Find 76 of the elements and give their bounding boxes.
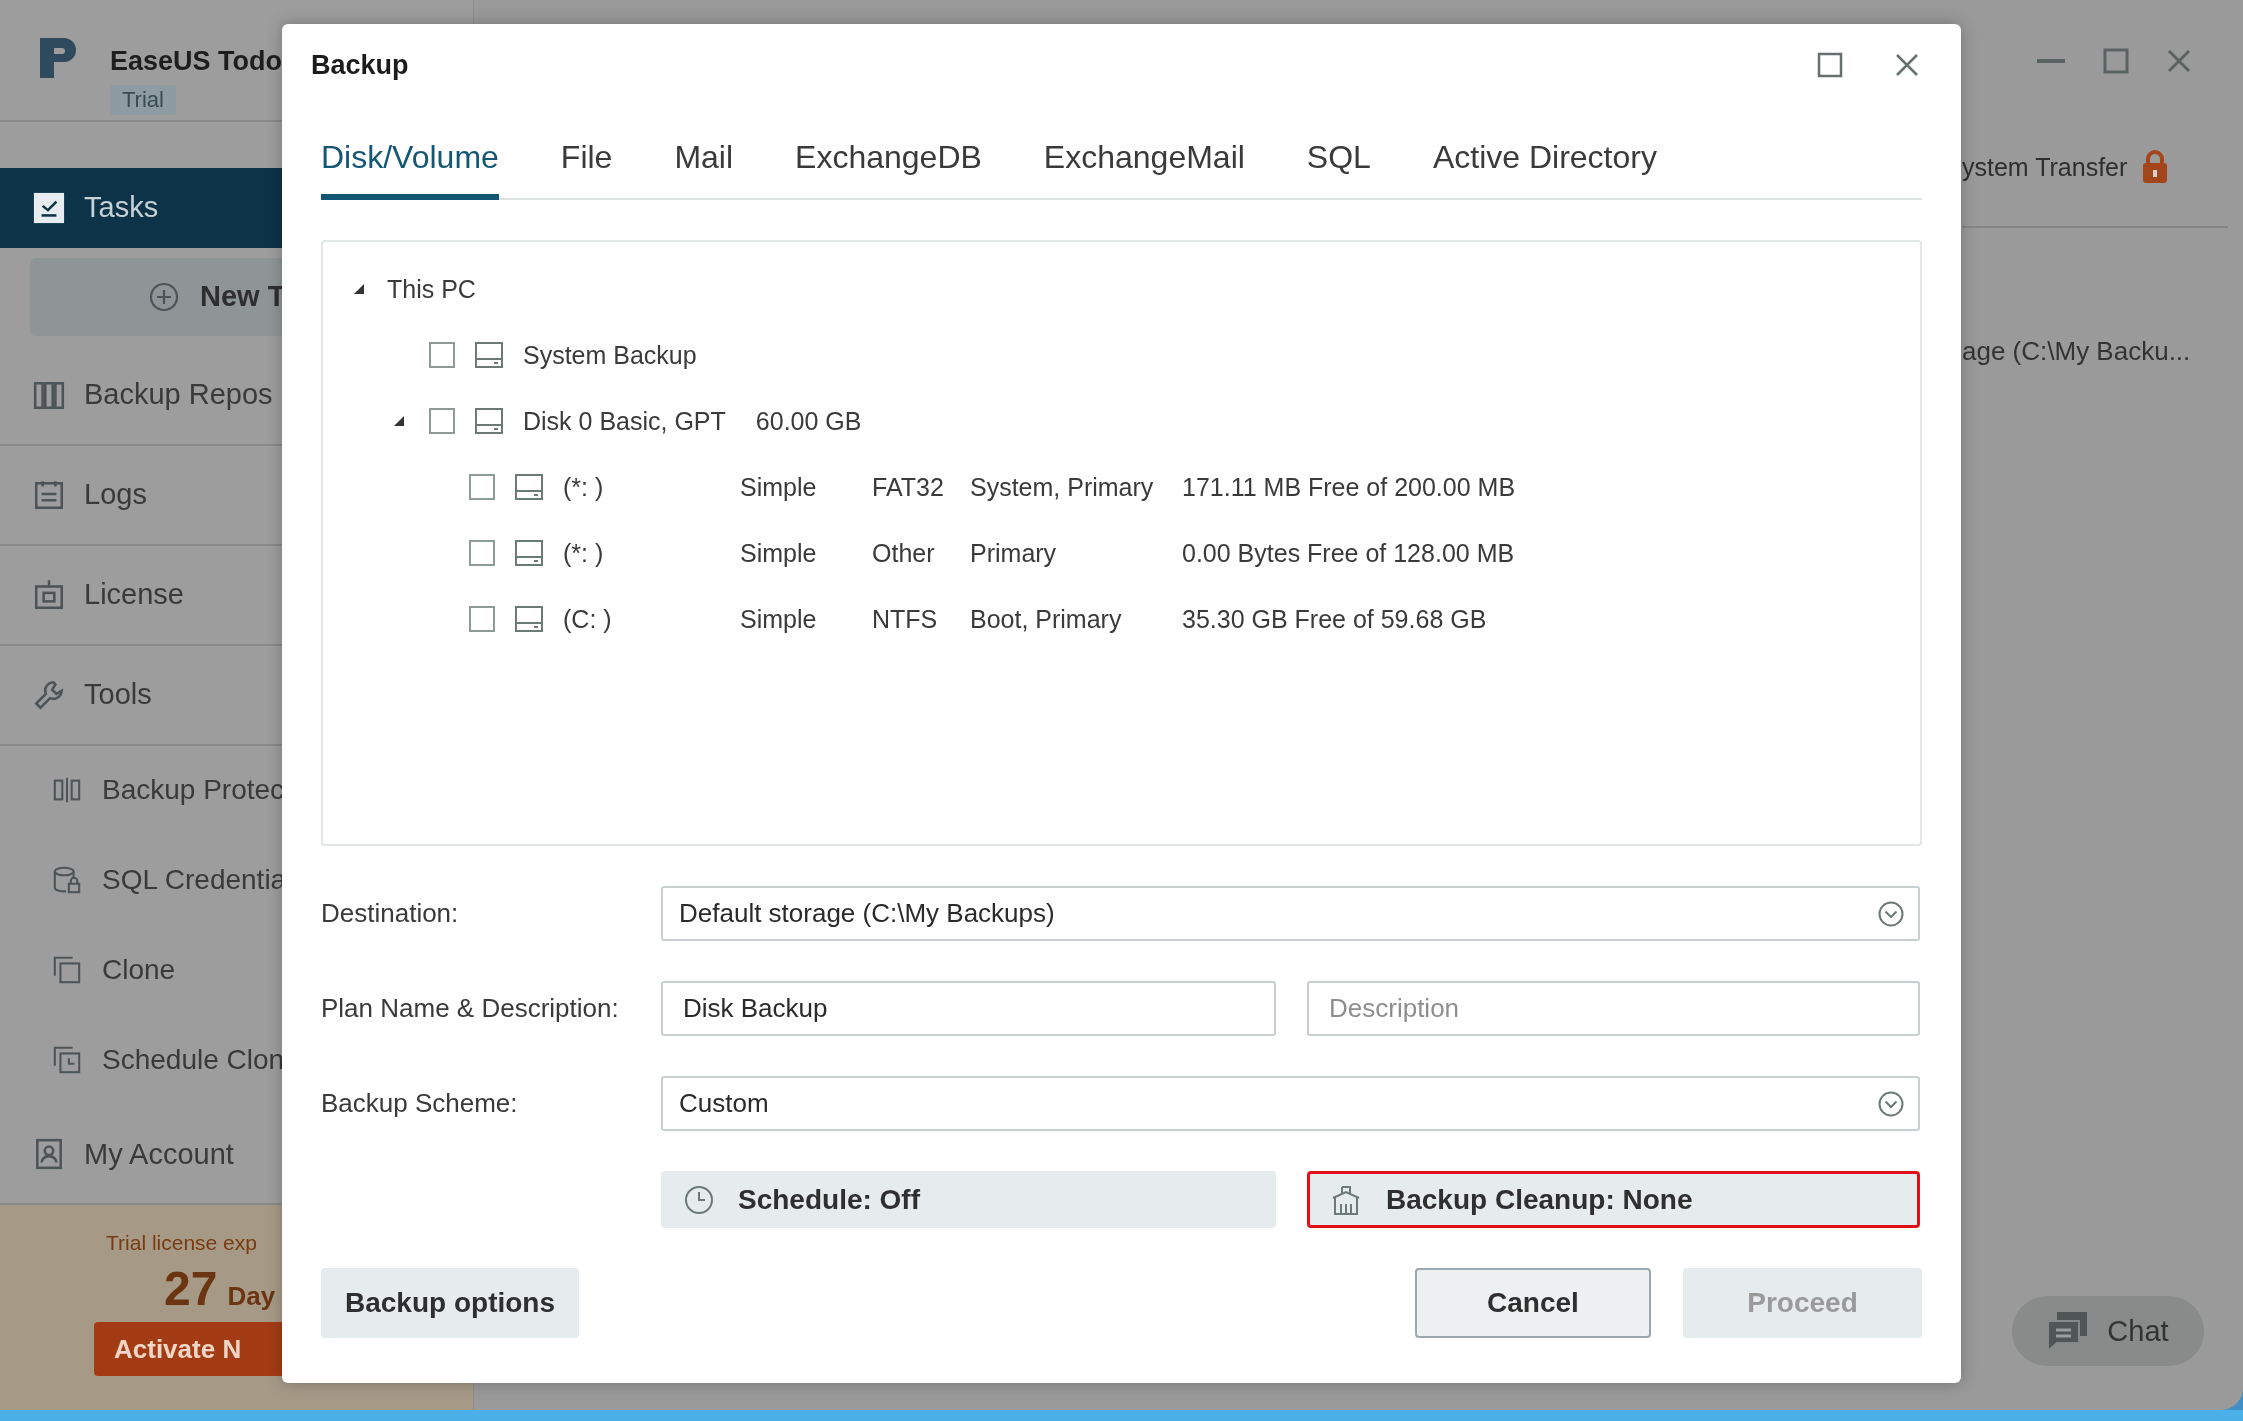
drive-icon	[515, 606, 543, 632]
days-count: 27	[164, 1261, 218, 1317]
cleanup-icon	[1330, 1183, 1362, 1216]
field-label: Destination:	[321, 898, 460, 929]
drive-icon	[515, 474, 543, 500]
maximize-icon[interactable]	[2103, 48, 2129, 74]
license-icon	[32, 577, 66, 612]
free-space: 35.30 GB Free of 59.68 GB	[1182, 604, 1487, 634]
tab[interactable]: File	[560, 106, 613, 200]
dropdown-icon	[1878, 1090, 1904, 1117]
destination-dropdown[interactable]: Default storage (C:\My Backups)	[661, 886, 1920, 941]
backup-scheme-dropdown[interactable]: Custom	[661, 1076, 1920, 1131]
chat-icon	[2047, 1311, 2090, 1351]
dialog-title: Backup	[311, 49, 409, 81]
tab[interactable]: Mail	[674, 106, 734, 200]
days-unit: Day	[227, 1281, 276, 1313]
clone-icon	[52, 955, 82, 986]
close-icon[interactable]	[2167, 49, 2191, 73]
task-destination: age (C:\My Backu...	[1962, 336, 2191, 367]
file-system: NTFS	[872, 604, 939, 634]
file-system: FAT32	[872, 472, 945, 502]
partition-type: Simple	[740, 538, 818, 568]
schedule-button[interactable]: Schedule: Off	[661, 1171, 1276, 1228]
expand-caret-icon[interactable]	[393, 415, 405, 427]
field-label: Plan Name & Description:	[321, 993, 620, 1024]
lock-icon	[2141, 150, 2170, 184]
tab[interactable]: SQL	[1306, 106, 1371, 200]
backup-cleanup-button[interactable]: Backup Cleanup: None	[1307, 1171, 1920, 1228]
partition-type: Simple	[740, 472, 818, 502]
system-transfer-link[interactable]: ystem Transfer	[1962, 152, 2128, 182]
edition-badge: Trial	[110, 85, 176, 115]
free-space: 0.00 Bytes Free of 128.00 MB	[1182, 538, 1515, 568]
chat-button[interactable]: Chat	[2012, 1296, 2204, 1366]
partition-flags: Boot, Primary	[970, 604, 1123, 634]
trial-message: Trial license exp	[105, 1231, 257, 1256]
tab[interactable]: ExchangeDB	[795, 106, 982, 200]
checkbox[interactable]	[469, 474, 495, 500]
checkbox[interactable]	[429, 342, 455, 368]
plan-name-field[interactable]: Disk Backup	[661, 981, 1276, 1036]
tree-label: (*: )	[563, 538, 605, 568]
sql-icon	[52, 865, 82, 896]
dropdown-icon	[1878, 900, 1904, 927]
drive-icon	[475, 408, 503, 434]
drive-icon	[515, 540, 543, 566]
tab[interactable]: ExchangeMail	[1043, 106, 1245, 200]
description-field[interactable]: Description	[1307, 981, 1920, 1036]
maximize-icon[interactable]	[1817, 52, 1843, 78]
partition-flags: System, Primary	[970, 472, 1155, 502]
drive-icon	[475, 342, 503, 368]
partition-flags: Primary	[970, 538, 1058, 568]
tree-label: System Backup	[523, 340, 697, 370]
tree-label: (*: )	[563, 472, 605, 502]
tree-label: Disk 0 Basic, GPT	[523, 406, 726, 436]
nav-item[interactable]: Backup Protec	[0, 745, 473, 836]
expand-caret-icon[interactable]	[353, 283, 365, 295]
app-name: EaseUS Todo	[110, 46, 283, 77]
checkbox[interactable]	[469, 540, 495, 566]
close-icon[interactable]	[1895, 53, 1919, 77]
checkbox[interactable]	[429, 408, 455, 434]
logo-icon	[38, 36, 78, 80]
free-space: 171.11 MB Free of 200.00 MB	[1182, 472, 1516, 502]
checkbox[interactable]	[469, 606, 495, 632]
tasks-icon	[32, 190, 66, 225]
clock-icon	[684, 1184, 714, 1215]
tree-label: This PC	[387, 274, 476, 304]
tab[interactable]: Disk/Volume	[321, 106, 499, 200]
disk-size: 60.00 GB	[755, 406, 862, 436]
tab[interactable]: Active Directory	[1432, 106, 1657, 200]
plus-icon	[148, 280, 180, 313]
cancel-button[interactable]: Cancel	[1415, 1268, 1651, 1338]
partition-type: Simple	[740, 604, 818, 634]
file-system: Other	[872, 538, 936, 568]
tree-label: (C: )	[563, 604, 613, 634]
schedule-icon	[52, 1045, 82, 1076]
minimize-icon[interactable]	[2037, 58, 2065, 64]
backup-options-button[interactable]: Backup options	[321, 1268, 579, 1338]
